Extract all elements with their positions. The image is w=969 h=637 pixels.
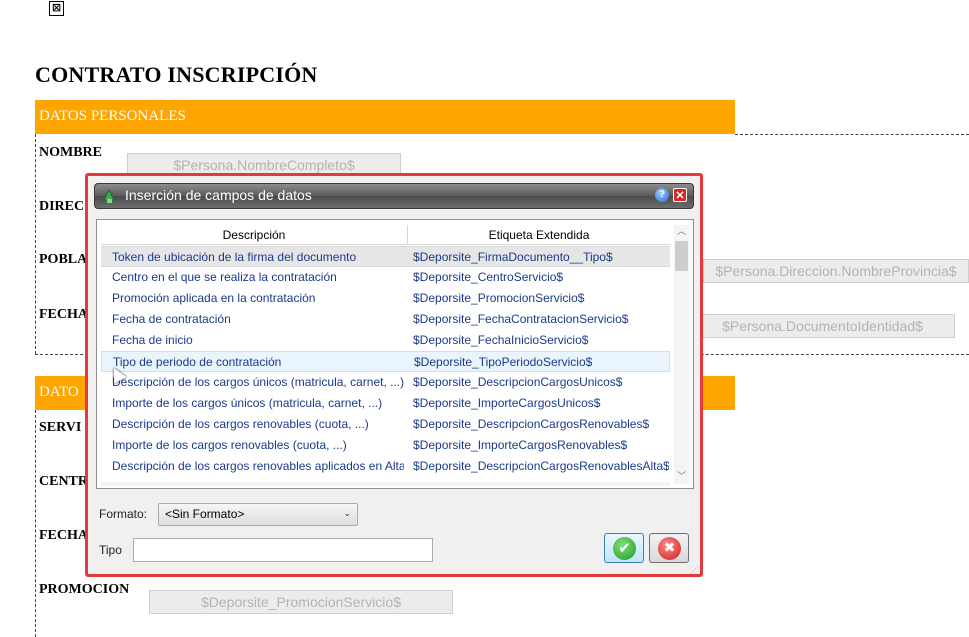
tipo-label: Tipo bbox=[99, 543, 122, 557]
label-poblacion: POBLA bbox=[39, 252, 88, 267]
checkmark-icon: ✔ bbox=[613, 537, 636, 560]
vertical-scrollbar[interactable]: ︿ ﹀ bbox=[674, 225, 689, 484]
row-descripcion: Fecha de contratación bbox=[112, 312, 231, 326]
row-etiqueta: $Deporsite_TipoPeriodoServicio$ bbox=[414, 355, 593, 369]
row-etiqueta: $Deporsite_ImporteCargosUnicos$ bbox=[413, 396, 601, 410]
list-header: Descripción Etiqueta Extendida bbox=[101, 225, 670, 245]
dashed-divider bbox=[735, 134, 969, 135]
close-icon[interactable]: ✕ bbox=[673, 188, 687, 202]
scroll-down-icon[interactable]: ﹀ bbox=[674, 470, 689, 484]
list-row[interactable]: Importe de los cargos renovables (cuota,… bbox=[101, 435, 670, 456]
section-header-datos-personales: DATOS PERSONALES bbox=[35, 100, 735, 134]
scroll-up-icon[interactable]: ︿ bbox=[674, 225, 689, 239]
label-promocion: PROMOCION bbox=[39, 582, 130, 597]
dashed-divider bbox=[35, 410, 36, 637]
document-title: CONTRATO INSCRIPCIÓN bbox=[35, 62, 318, 87]
list-row[interactable]: Fecha de contratación $Deporsite_FechaCon… bbox=[101, 309, 670, 330]
row-descripcion: Importe de los cargos renovables (cuota,… bbox=[112, 438, 347, 452]
label-nombre: NOMBRE bbox=[39, 145, 102, 160]
label-servicio: SERVI bbox=[39, 420, 82, 435]
row-descripcion: Token de ubicación de la firma del docum… bbox=[112, 250, 357, 264]
row-descripcion: Tipo de periodo de contratación bbox=[113, 355, 282, 369]
list-row[interactable]: Tipo de periodo de contratación $Deporsit… bbox=[101, 351, 670, 372]
field-documento-identidad[interactable]: $Persona.DocumentoIdentidad$ bbox=[690, 314, 955, 338]
field-promocion-servicio[interactable]: $Deporsite_PromocionServicio$ bbox=[149, 590, 453, 614]
list-row[interactable]: Descripción de los cargos únicos (matric… bbox=[101, 372, 670, 393]
row-descripcion: Fecha de inicio bbox=[112, 333, 193, 347]
row-descripcion: Descripción de los cargos renovables apl… bbox=[112, 459, 404, 473]
list-row[interactable]: Importe de los cargos únicos (matricula,… bbox=[101, 393, 670, 414]
dialog-titlebar[interactable]: Inserción de campos de datos ? ✕ bbox=[94, 183, 694, 209]
row-etiqueta: $Deporsite_DescripcionCargosUnicos$ bbox=[413, 375, 623, 389]
row-etiqueta: $Deporsite_DescripcionCargosRenovablesAl… bbox=[413, 459, 669, 473]
column-header-etiqueta[interactable]: Etiqueta Extendida bbox=[408, 225, 670, 245]
scroll-thumb[interactable] bbox=[675, 241, 688, 271]
formato-label: Formato: bbox=[99, 507, 148, 521]
chevron-down-icon: ⌄ bbox=[343, 509, 351, 519]
column-header-descripcion[interactable]: Descripción bbox=[101, 225, 407, 245]
row-etiqueta: $Deporsite_FirmaDocumento__Tipo$ bbox=[413, 250, 613, 264]
label-fecha: FECHA bbox=[39, 307, 88, 322]
accept-button[interactable]: ✔ bbox=[604, 533, 644, 563]
dashed-divider bbox=[35, 134, 36, 354]
row-etiqueta: $Deporsite_CentroServicio$ bbox=[413, 270, 564, 284]
label-direccion: DIREC bbox=[39, 199, 85, 214]
row-descripcion: Centro en el que se realiza la contratac… bbox=[112, 270, 337, 284]
row-descripcion: Descripción de los cargos únicos (matric… bbox=[112, 375, 404, 389]
label-centro: CENTR bbox=[39, 474, 89, 489]
cancel-button[interactable]: ✖ bbox=[649, 533, 689, 563]
field-nombre-provincia[interactable]: $Persona.Direccion.NombreProvincia$ bbox=[703, 259, 969, 283]
fields-list[interactable]: Descripción Etiqueta Extendida Token de … bbox=[96, 219, 694, 489]
list-row[interactable]: Centro en el que se realiza la contratac… bbox=[101, 267, 670, 288]
list-row[interactable]: Token de ubicación de la firma del docum… bbox=[101, 246, 670, 267]
list-row[interactable]: Promoción aplicada en la contratación $De… bbox=[101, 288, 670, 309]
list-row[interactable]: Fecha de inicio $Deporsite_FechaInicioSer… bbox=[101, 330, 670, 351]
row-etiqueta: $Deporsite_ImporteCargosRenovables$ bbox=[413, 438, 628, 452]
row-etiqueta: $Deporsite_PromocionServicio$ bbox=[413, 291, 585, 305]
tipo-input[interactable] bbox=[133, 538, 433, 562]
help-icon[interactable]: ? bbox=[655, 188, 669, 202]
row-etiqueta: $Deporsite_DescripcionCargosRenovables$ bbox=[413, 417, 650, 431]
formato-select[interactable]: <Sin Formato> ⌄ bbox=[158, 503, 358, 526]
row-etiqueta: $Deporsite_FechaContratacionServicio$ bbox=[413, 312, 629, 326]
dialog-title: Inserción de campos de datos bbox=[125, 187, 312, 203]
broken-image-icon: ⊠ bbox=[49, 1, 64, 16]
row-descripcion: Promoción aplicada en la contratación bbox=[112, 291, 316, 305]
row-etiqueta: $Deporsite_FechaInicioServicio$ bbox=[413, 333, 589, 347]
insert-data-fields-dialog: Inserción de campos de datos ? ✕ Descrip… bbox=[85, 173, 703, 577]
formato-selected-value: <Sin Formato> bbox=[165, 507, 245, 521]
horizontal-scrollbar[interactable] bbox=[101, 482, 670, 486]
row-descripcion: Importe de los cargos únicos (matricula,… bbox=[112, 396, 383, 410]
resize-grip-icon[interactable]: ⋰ bbox=[692, 565, 699, 573]
list-row[interactable]: Descripción de los cargos renovables (cu… bbox=[101, 414, 670, 435]
row-descripcion: Descripción de los cargos renovables (cu… bbox=[112, 417, 369, 431]
app-icon bbox=[103, 188, 115, 203]
label-fecha: FECHA bbox=[39, 528, 88, 543]
cancel-icon: ✖ bbox=[658, 537, 681, 560]
list-row[interactable]: Descripción de los cargos renovables apl… bbox=[101, 456, 670, 477]
